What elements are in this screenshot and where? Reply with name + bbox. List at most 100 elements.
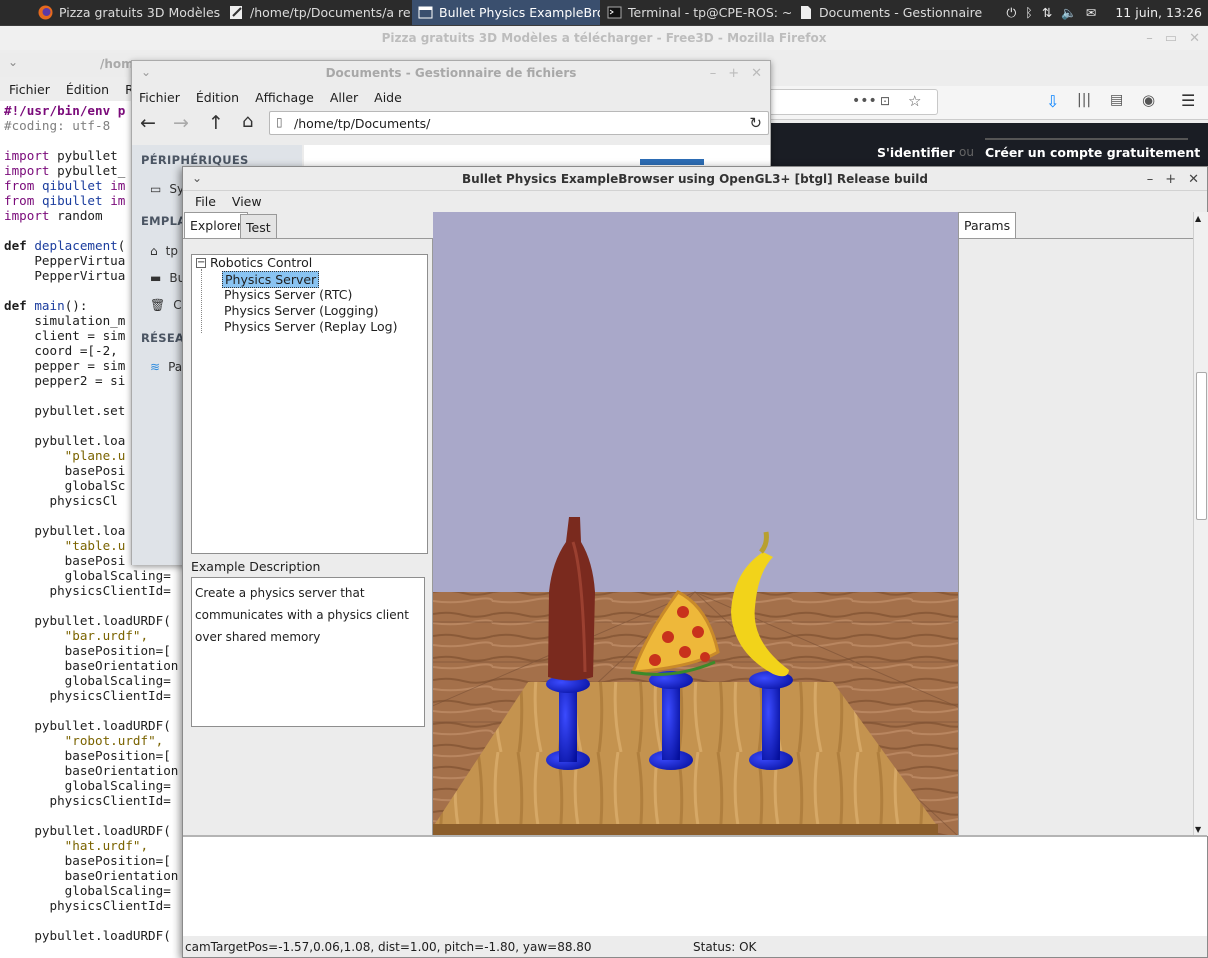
sidebar-icon[interactable]: ▤ [1110,92,1123,108]
code-line: pybullet.loadURDF( [4,823,171,838]
tab-explorer[interactable]: Explorer [184,212,249,239]
collapse-icon[interactable]: − [196,258,206,268]
minimize-icon[interactable]: – [710,66,717,81]
task-label: Pizza gratuits 3D Modèles ... [59,5,222,20]
document-icon [798,5,813,20]
description-line: over shared memory [195,630,321,644]
page-actions-icon[interactable]: ••• [852,93,877,109]
reload-icon[interactable]: ↻ [749,114,762,132]
tree-item-physics-server-rtc[interactable]: Physics Server (RTC) [224,287,352,302]
task-filemanager[interactable]: Documents - Gestionnaire ... [792,0,982,25]
bluetooth-icon[interactable]: ᛒ [1025,5,1033,20]
code-line: baseOrientation [4,658,179,673]
opengl-viewport[interactable] [433,212,958,836]
fm-titlebar: Documents - Gestionnaire de fichiers [132,61,770,85]
close-icon[interactable]: ✕ [1188,172,1199,187]
sidebar-item-desktop[interactable]: ▬ Bu [150,271,185,285]
scroll-down-icon[interactable]: ▼ [1195,825,1201,834]
network-icon[interactable]: ⇅ [1042,5,1052,20]
code-line: basePosition=[ [4,643,171,658]
menu-fichier[interactable]: Fichier [9,82,50,97]
console-output[interactable] [183,835,1207,936]
download-icon[interactable]: ⇩ [1046,92,1059,111]
explorer-panel: Explorer Test − Robotics Control Physics… [183,212,433,836]
selected-file[interactable] [640,159,704,165]
window-menu-icon[interactable]: ⌄ [192,171,202,185]
menu-icon[interactable]: ☰ [1181,91,1195,110]
code-line: physicsClientId= [4,793,171,808]
tree-item-physics-server-replay[interactable]: Physics Server (Replay Log) [224,319,398,334]
task-label: /home/tp/Documents/a re... [250,5,411,20]
tab-test[interactable]: Test [240,214,277,239]
tab-params[interactable]: Params [958,212,1017,239]
fm-menubar: Fichier Édition Affichage Aller Aide [139,87,402,107]
close-icon[interactable]: ✕ [1189,31,1200,46]
home-icon[interactable]: ⌂ [242,111,253,132]
tree-root[interactable]: Robotics Control [210,255,312,270]
scroll-thumb[interactable] [1196,372,1207,520]
volume-icon[interactable]: 🔈 [1061,5,1077,21]
params-panel: Params [958,212,1194,836]
signin-link[interactable]: S'identifier [877,145,955,160]
maximize-icon[interactable]: + [728,66,739,81]
account-icon[interactable]: ◉ [1142,91,1155,109]
wifi-icon: ≋ [150,360,161,374]
section-places: EMPLA [141,214,187,228]
sidebar-item-network[interactable]: ≋ Pa [150,360,182,374]
or-text: ou [959,145,974,159]
code-line: pybullet.loadURDF( [4,718,171,733]
menu-file[interactable]: File [195,194,216,209]
window-menu-icon[interactable]: ⌄ [8,55,18,69]
task-bullet[interactable]: Bullet Physics ExampleBro... [412,0,600,25]
code-line: physicsClientId= [4,898,171,913]
firefox-urlbar[interactable]: ••• ⊡ ☆ [770,89,938,115]
close-icon[interactable]: ✕ [751,66,762,81]
menu-aide[interactable]: Aide [374,90,402,105]
bookmark-star-icon[interactable]: ☆ [908,92,921,110]
code-line: physicsClientId= [4,688,171,703]
mail-icon[interactable]: ✉ [1086,5,1096,20]
minimize-icon[interactable]: – [1146,31,1153,46]
minimize-icon[interactable]: – [1147,172,1154,187]
trash-icon: 🗑 [150,298,166,312]
sidebar-item-home[interactable]: ⌂ tp [150,244,178,258]
menu-edition[interactable]: Édition [196,90,239,105]
clock[interactable]: 11 juin, 13:26 [1115,5,1202,20]
scroll-up-icon[interactable]: ▲ [1195,214,1201,223]
window-icon [418,5,433,20]
menu-edition[interactable]: Édition [66,82,109,97]
params-scrollbar[interactable]: ▲ ▼ [1193,212,1208,836]
window-title: Bullet Physics ExampleBrowser using Open… [462,171,928,186]
code-line: basePosition=[ [4,853,171,868]
maximize-icon[interactable]: + [1165,172,1176,187]
taskbar: Pizza gratuits 3D Modèles ... /home/tp/D… [0,0,1208,25]
menu-affichage[interactable]: Affichage [255,90,314,105]
forward-icon[interactable]: → [173,112,189,134]
task-editor[interactable]: /home/tp/Documents/a re... [223,0,411,25]
task-firefox[interactable]: Pizza gratuits 3D Modèles ... [32,0,222,25]
pocket-icon[interactable]: ⊡ [880,94,890,108]
back-icon[interactable]: ← [140,112,156,134]
example-tree[interactable]: − Robotics Control Physics Server Physic… [191,254,428,554]
up-icon[interactable]: ↑ [208,112,224,134]
task-label: Terminal - tp@CPE-ROS: ~/... [628,5,791,20]
power-icon[interactable]: ⏻ [1006,5,1016,21]
window-menu-icon[interactable]: ⌄ [141,65,151,79]
tree-item-physics-server[interactable]: Physics Server [222,271,320,288]
fm-path-bar[interactable]: ▯ /home/tp/Documents/ ↻ [269,111,769,135]
menu-view[interactable]: View [232,194,262,209]
sidebar-item-system[interactable]: ▭ Sy [150,182,184,196]
menu-fichier[interactable]: Fichier [139,90,180,105]
create-account-button[interactable]: Créer un compte gratuitement [985,145,1200,160]
firefox-icon [38,5,53,20]
maximize-icon[interactable]: ▭ [1165,31,1177,46]
library-icon[interactable]: ||| [1077,92,1091,108]
firefox-page: S'identifier ou Créer un compte gratuite… [770,123,1208,167]
tree-item-physics-server-logging[interactable]: Physics Server (Logging) [224,303,379,318]
window-title: Pizza gratuits 3D Modèles a télécharger … [381,31,827,45]
menu-aller[interactable]: Aller [330,90,358,105]
description-line: Create a physics server that [195,586,365,600]
task-terminal[interactable]: Terminal - tp@CPE-ROS: ~/... [601,0,791,25]
